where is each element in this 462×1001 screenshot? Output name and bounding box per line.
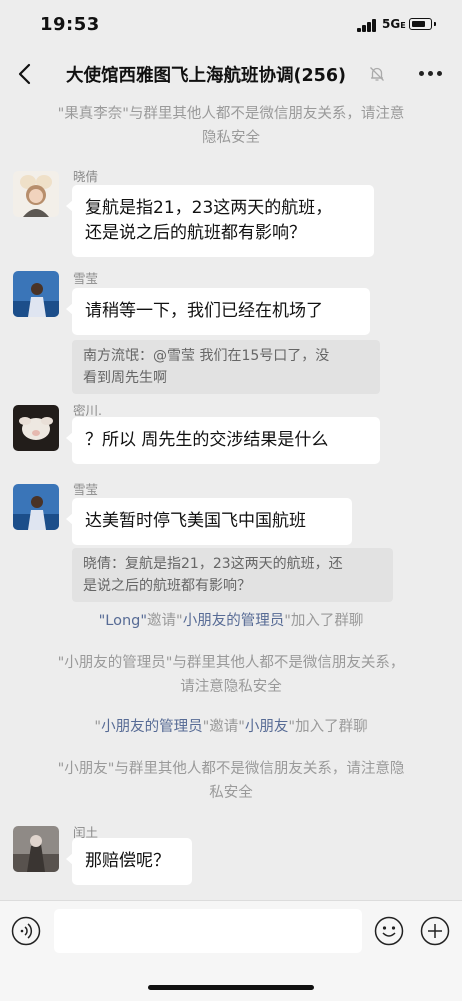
quoted-message[interactable]: 晓倩：复航是指21，23这两天的航班，还 是说之后的航班都有影响？ bbox=[72, 548, 393, 602]
privacy-notice: "小朋友的管理员"与群里其他人都不是微信朋友关系， 请注意隐私安全 bbox=[57, 655, 405, 695]
sender-name: 雪莹 bbox=[73, 271, 99, 286]
privacy-notice: "小朋友"与群里其他人都不是微信朋友关系，请注意隐 私安全 bbox=[57, 761, 405, 801]
message-bubble[interactable]: ？所以 周先生的交涉结果是什么 bbox=[66, 417, 380, 464]
battery-icon bbox=[409, 18, 436, 30]
sender-name: 雪莹 bbox=[73, 482, 99, 497]
plus-icon[interactable] bbox=[420, 916, 450, 946]
voice-icon[interactable] bbox=[11, 916, 41, 946]
emoji-icon[interactable] bbox=[374, 916, 404, 946]
signal-icon bbox=[357, 19, 377, 32]
message-input[interactable] bbox=[54, 909, 362, 953]
chat-title: 大使馆西雅图飞上海航班协调(256) bbox=[66, 66, 347, 86]
avatar[interactable] bbox=[13, 484, 59, 530]
message-bubble[interactable]: 达美暂时停飞美国飞中国航班 bbox=[66, 498, 352, 545]
privacy-notice-top: "果真李奈"与群里其他人都不是微信朋友关系，请注意 隐私安全 bbox=[57, 106, 405, 146]
quoted-message[interactable]: 南方流氓：@雪莹 我们在15号口了，没 看到周先生啊 bbox=[72, 340, 380, 394]
network-type: 5GE bbox=[382, 17, 406, 31]
more-options-icon[interactable] bbox=[419, 71, 443, 77]
avatar[interactable] bbox=[13, 405, 59, 451]
message-bubble[interactable]: 复航是指21，23这两天的航班， 还是说之后的航班都有影响？ bbox=[66, 185, 374, 257]
user-link[interactable]: 小朋友的管理员 bbox=[101, 719, 203, 735]
status-time: 19:53 bbox=[40, 14, 100, 35]
user-link[interactable]: 小朋友的管理员 bbox=[183, 613, 285, 629]
status-bar: 19:53 5GE bbox=[0, 0, 462, 50]
avatar[interactable] bbox=[13, 171, 59, 217]
bell-off-icon bbox=[370, 67, 384, 81]
invite-notice: "小朋友的管理员"邀请"小朋友"加入了群聊 bbox=[94, 719, 368, 735]
nav-bar: 大使馆西雅图飞上海航班协调(256) bbox=[0, 50, 462, 98]
user-link[interactable]: 小朋友 bbox=[245, 719, 289, 735]
message-bubble[interactable]: 请稍等一下，我们已经在机场了 bbox=[66, 288, 370, 335]
back-chevron-icon[interactable] bbox=[14, 62, 38, 86]
user-link[interactable]: "Long" bbox=[99, 613, 147, 629]
avatar[interactable] bbox=[13, 271, 59, 317]
avatar[interactable] bbox=[13, 826, 59, 872]
home-indicator bbox=[148, 985, 314, 990]
invite-notice: "Long"邀请"小朋友的管理员"加入了群聊 bbox=[98, 613, 364, 629]
message-bubble[interactable]: 那赔偿呢？ bbox=[66, 838, 192, 885]
sender-name: 晓倩 bbox=[73, 169, 99, 184]
